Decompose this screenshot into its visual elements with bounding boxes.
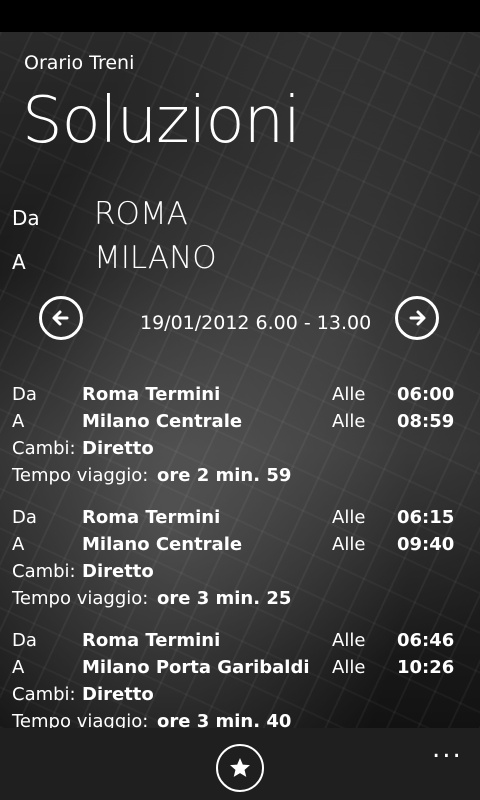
favorite-button[interactable] — [216, 744, 264, 792]
arrival-time: 09:40 — [397, 534, 455, 555]
departure-time: 06:15 — [397, 507, 455, 528]
arrival-time: 10:26 — [397, 657, 455, 678]
changes-label: Cambi: — [12, 561, 76, 582]
duration-value: ore 3 min. 25 — [157, 588, 292, 609]
duration-label: Tempo viaggio: — [12, 588, 149, 609]
changes-value: Diretto — [82, 438, 154, 459]
from-label: Da — [12, 630, 37, 651]
from-station: Roma Termini — [82, 507, 221, 528]
star-icon — [230, 758, 250, 777]
from-label: Da — [12, 384, 37, 405]
from-label: Da — [12, 507, 37, 528]
arrival-label: Alle — [332, 411, 366, 432]
departure-label: Alle — [332, 507, 366, 528]
departure-label: Alle — [332, 384, 366, 405]
changes-label: Cambi: — [12, 684, 76, 705]
to-station: Milano Centrale — [82, 534, 243, 555]
route-to-label: A — [12, 250, 26, 274]
changes-value: Diretto — [82, 684, 154, 705]
date-range: 19/01/2012 6.00 - 13.00 — [140, 312, 372, 334]
solution-item-1[interactable]: Da Roma Termini Alle 06:00 A Milano Cent… — [0, 380, 480, 500]
previous-button[interactable] — [39, 296, 83, 340]
arrow-left-icon — [52, 310, 69, 326]
to-label: A — [12, 657, 25, 678]
departure-time: 06:00 — [397, 384, 455, 405]
arrow-right-icon — [409, 310, 426, 326]
to-station: Milano Centrale — [82, 411, 243, 432]
route-to-value: MILANO — [94, 240, 217, 276]
route-from-value: ROMA — [94, 196, 188, 232]
from-station: Roma Termini — [82, 384, 221, 405]
more-icon[interactable]: ... — [432, 734, 463, 764]
arrival-time: 08:59 — [397, 411, 455, 432]
next-button[interactable] — [395, 296, 439, 340]
page-title: Soluzioni — [22, 84, 301, 158]
arrival-label: Alle — [332, 657, 366, 678]
departure-time: 06:46 — [397, 630, 455, 651]
departure-label: Alle — [332, 630, 366, 651]
from-station: Roma Termini — [82, 630, 221, 651]
to-label: A — [12, 411, 25, 432]
route-from-label: Da — [12, 206, 40, 230]
to-label: A — [12, 534, 25, 555]
changes-value: Diretto — [82, 561, 154, 582]
duration-label: Tempo viaggio: — [12, 465, 149, 486]
app-title: Orario Treni — [24, 52, 135, 74]
solution-item-2[interactable]: Da Roma Termini Alle 06:15 A Milano Cent… — [0, 503, 480, 623]
status-bar — [0, 0, 480, 32]
changes-label: Cambi: — [12, 438, 76, 459]
duration-value: ore 2 min. 59 — [157, 465, 292, 486]
arrival-label: Alle — [332, 534, 366, 555]
to-station: Milano Porta Garibaldi — [82, 657, 310, 678]
